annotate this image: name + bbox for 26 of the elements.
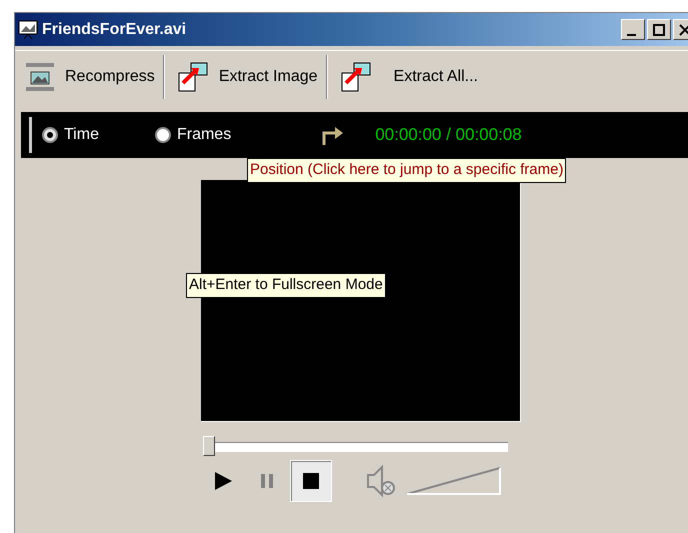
- toolbar-button[interactable]: Extract Image: [172, 60, 318, 92]
- minimize-icon: [627, 34, 639, 36]
- tooltip: Position (Click here to jump to a specific frame): [247, 158, 566, 182]
- tooltip: Alt+Enter to Fullscreen Mode: [186, 273, 386, 298]
- radio-label[interactable]: Frames: [176, 123, 232, 147]
- toolbar-button[interactable]: Extract All...: [336, 60, 478, 92]
- radio-button[interactable]: [154, 127, 171, 143]
- binary-image-icon: [25, 62, 55, 92]
- minimize-button[interactable]: [621, 19, 645, 40]
- maximize-icon: [653, 24, 665, 36]
- seek-slider[interactable]: [203, 436, 508, 456]
- jump-arrow-icon: [321, 124, 346, 146]
- toolbar-button[interactable]: Recompress: [25, 62, 155, 92]
- slider-thumb[interactable]: [203, 436, 215, 456]
- position-readout[interactable]: 00:00:00 / 00:00:08: [375, 122, 522, 148]
- close-icon: [679, 24, 688, 36]
- stop-icon: [303, 473, 319, 489]
- play-icon: [212, 470, 234, 492]
- app-icon: [18, 20, 38, 40]
- radio-button[interactable]: [42, 127, 58, 143]
- window-title: FriendsForEver.avi: [42, 20, 186, 40]
- maximize-button[interactable]: [647, 19, 671, 40]
- volume-ramp-icon: [406, 466, 502, 496]
- pause-icon: [260, 473, 274, 489]
- radio-label[interactable]: Time: [64, 123, 99, 147]
- stop-button[interactable]: [290, 460, 332, 502]
